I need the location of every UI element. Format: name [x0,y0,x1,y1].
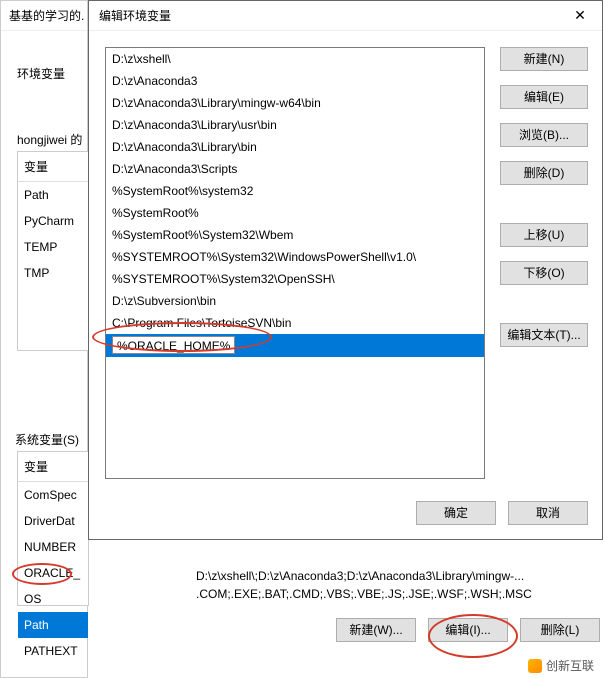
table-row[interactable]: ORACLE_ [18,560,88,586]
list-item[interactable]: D:\z\Anaconda3\Library\bin [106,136,484,158]
move-down-button[interactable]: 下移(O) [500,261,588,285]
sys-value-pathext: .COM;.EXE;.BAT;.CMD;.VBS;.VBE;.JS;.JSE;.… [196,585,584,603]
dialog-title-bar: 编辑环境变量 ✕ [89,1,602,31]
list-item[interactable]: %SYSTEMROOT%\System32\WindowsPowerShell\… [106,246,484,268]
logo-icon [528,659,542,673]
logo-text: 创新互联 [546,657,594,674]
list-item[interactable]: D:\z\Anaconda3\Library\usr\bin [106,114,484,136]
edit-button[interactable]: 编辑(E) [500,85,588,109]
list-item[interactable]: D:\z\Subversion\bin [106,290,484,312]
dialog-side-buttons: 新建(N) 编辑(E) 浏览(B)... 删除(D) 上移(U) 下移(O) 编… [500,47,588,347]
dialog-body: D:\z\xshell\ D:\z\Anaconda3 D:\z\Anacond… [89,31,602,539]
table-row[interactable]: ComSpec [18,482,88,508]
list-item[interactable]: %SYSTEMROOT%\System32\OpenSSH\ [106,268,484,290]
list-item[interactable]: D:\z\Anaconda3 [106,70,484,92]
new-button[interactable]: 新建(W)... [336,618,416,642]
list-item[interactable]: D:\z\Anaconda3\Library\mingw-w64\bin [106,92,484,114]
dialog-bottom-buttons: 确定 取消 [416,501,588,525]
env-vars-window: 基基的学习的. 环境变量 hongjiwei 的 变量 Path PyCharm… [0,0,88,678]
list-item[interactable]: C:\Program Files\TortoiseSVN\bin [106,312,484,334]
table-row[interactable]: TMP [18,260,88,286]
user-section-label: hongjiwei 的 [17,131,82,148]
list-item[interactable]: %SystemRoot%\system32 [106,180,484,202]
cancel-button[interactable]: 取消 [508,501,588,525]
env-bottom-buttons: 新建(W)... 编辑(I)... 删除(L) [336,618,600,642]
dialog-title: 编辑环境变量 [99,7,171,24]
env-tab-label: 环境变量 [9,61,73,86]
watermark-logo: 创新互联 [528,657,594,674]
table-row[interactable]: NUMBER [18,534,88,560]
delete-button[interactable]: 删除(D) [500,161,588,185]
edit-text-button[interactable]: 编辑文本(T)... [500,323,588,347]
list-item[interactable]: %SystemRoot%\System32\Wbem [106,224,484,246]
table-row[interactable]: PATHEXT [18,638,88,664]
window-title-fragment: 基基的学习的. [1,1,87,31]
sys-value-path: D:\z\xshell\;D:\z\Anaconda3;D:\z\Anacond… [196,567,584,585]
list-item-selected[interactable]: %ORACLE_HOME% [106,334,484,357]
table-row[interactable]: PyCharm [18,208,88,234]
sys-table-header: 变量 [18,452,88,482]
user-table-header: 变量 [18,152,88,182]
close-icon[interactable]: ✕ [558,1,602,30]
sys-section-label: 系统变量(S) [15,431,79,448]
inline-edit-input[interactable]: %ORACLE_HOME% [112,336,235,354]
new-button[interactable]: 新建(N) [500,47,588,71]
table-row[interactable]: TEMP [18,234,88,260]
table-row[interactable]: DriverDat [18,508,88,534]
ok-button[interactable]: 确定 [416,501,496,525]
table-row[interactable]: Path [18,182,88,208]
path-list[interactable]: D:\z\xshell\ D:\z\Anaconda3 D:\z\Anacond… [105,47,485,479]
list-item[interactable]: D:\z\Anaconda3\Scripts [106,158,484,180]
move-up-button[interactable]: 上移(U) [500,223,588,247]
list-item[interactable]: %SystemRoot% [106,202,484,224]
delete-button[interactable]: 删除(L) [520,618,600,642]
edit-env-dialog: 编辑环境变量 ✕ D:\z\xshell\ D:\z\Anaconda3 D:\… [88,0,603,540]
user-vars-table: 变量 Path PyCharm TEMP TMP [17,151,89,351]
table-row-selected[interactable]: Path [18,612,88,638]
list-item[interactable]: D:\z\xshell\ [106,48,484,70]
browse-button[interactable]: 浏览(B)... [500,123,588,147]
table-row[interactable]: OS [18,586,88,612]
sys-values-column: D:\z\xshell\;D:\z\Anaconda3;D:\z\Anacond… [196,567,584,603]
sys-vars-table: 变量 ComSpec DriverDat NUMBER ORACLE_ OS P… [17,451,89,606]
edit-button[interactable]: 编辑(I)... [428,618,508,642]
